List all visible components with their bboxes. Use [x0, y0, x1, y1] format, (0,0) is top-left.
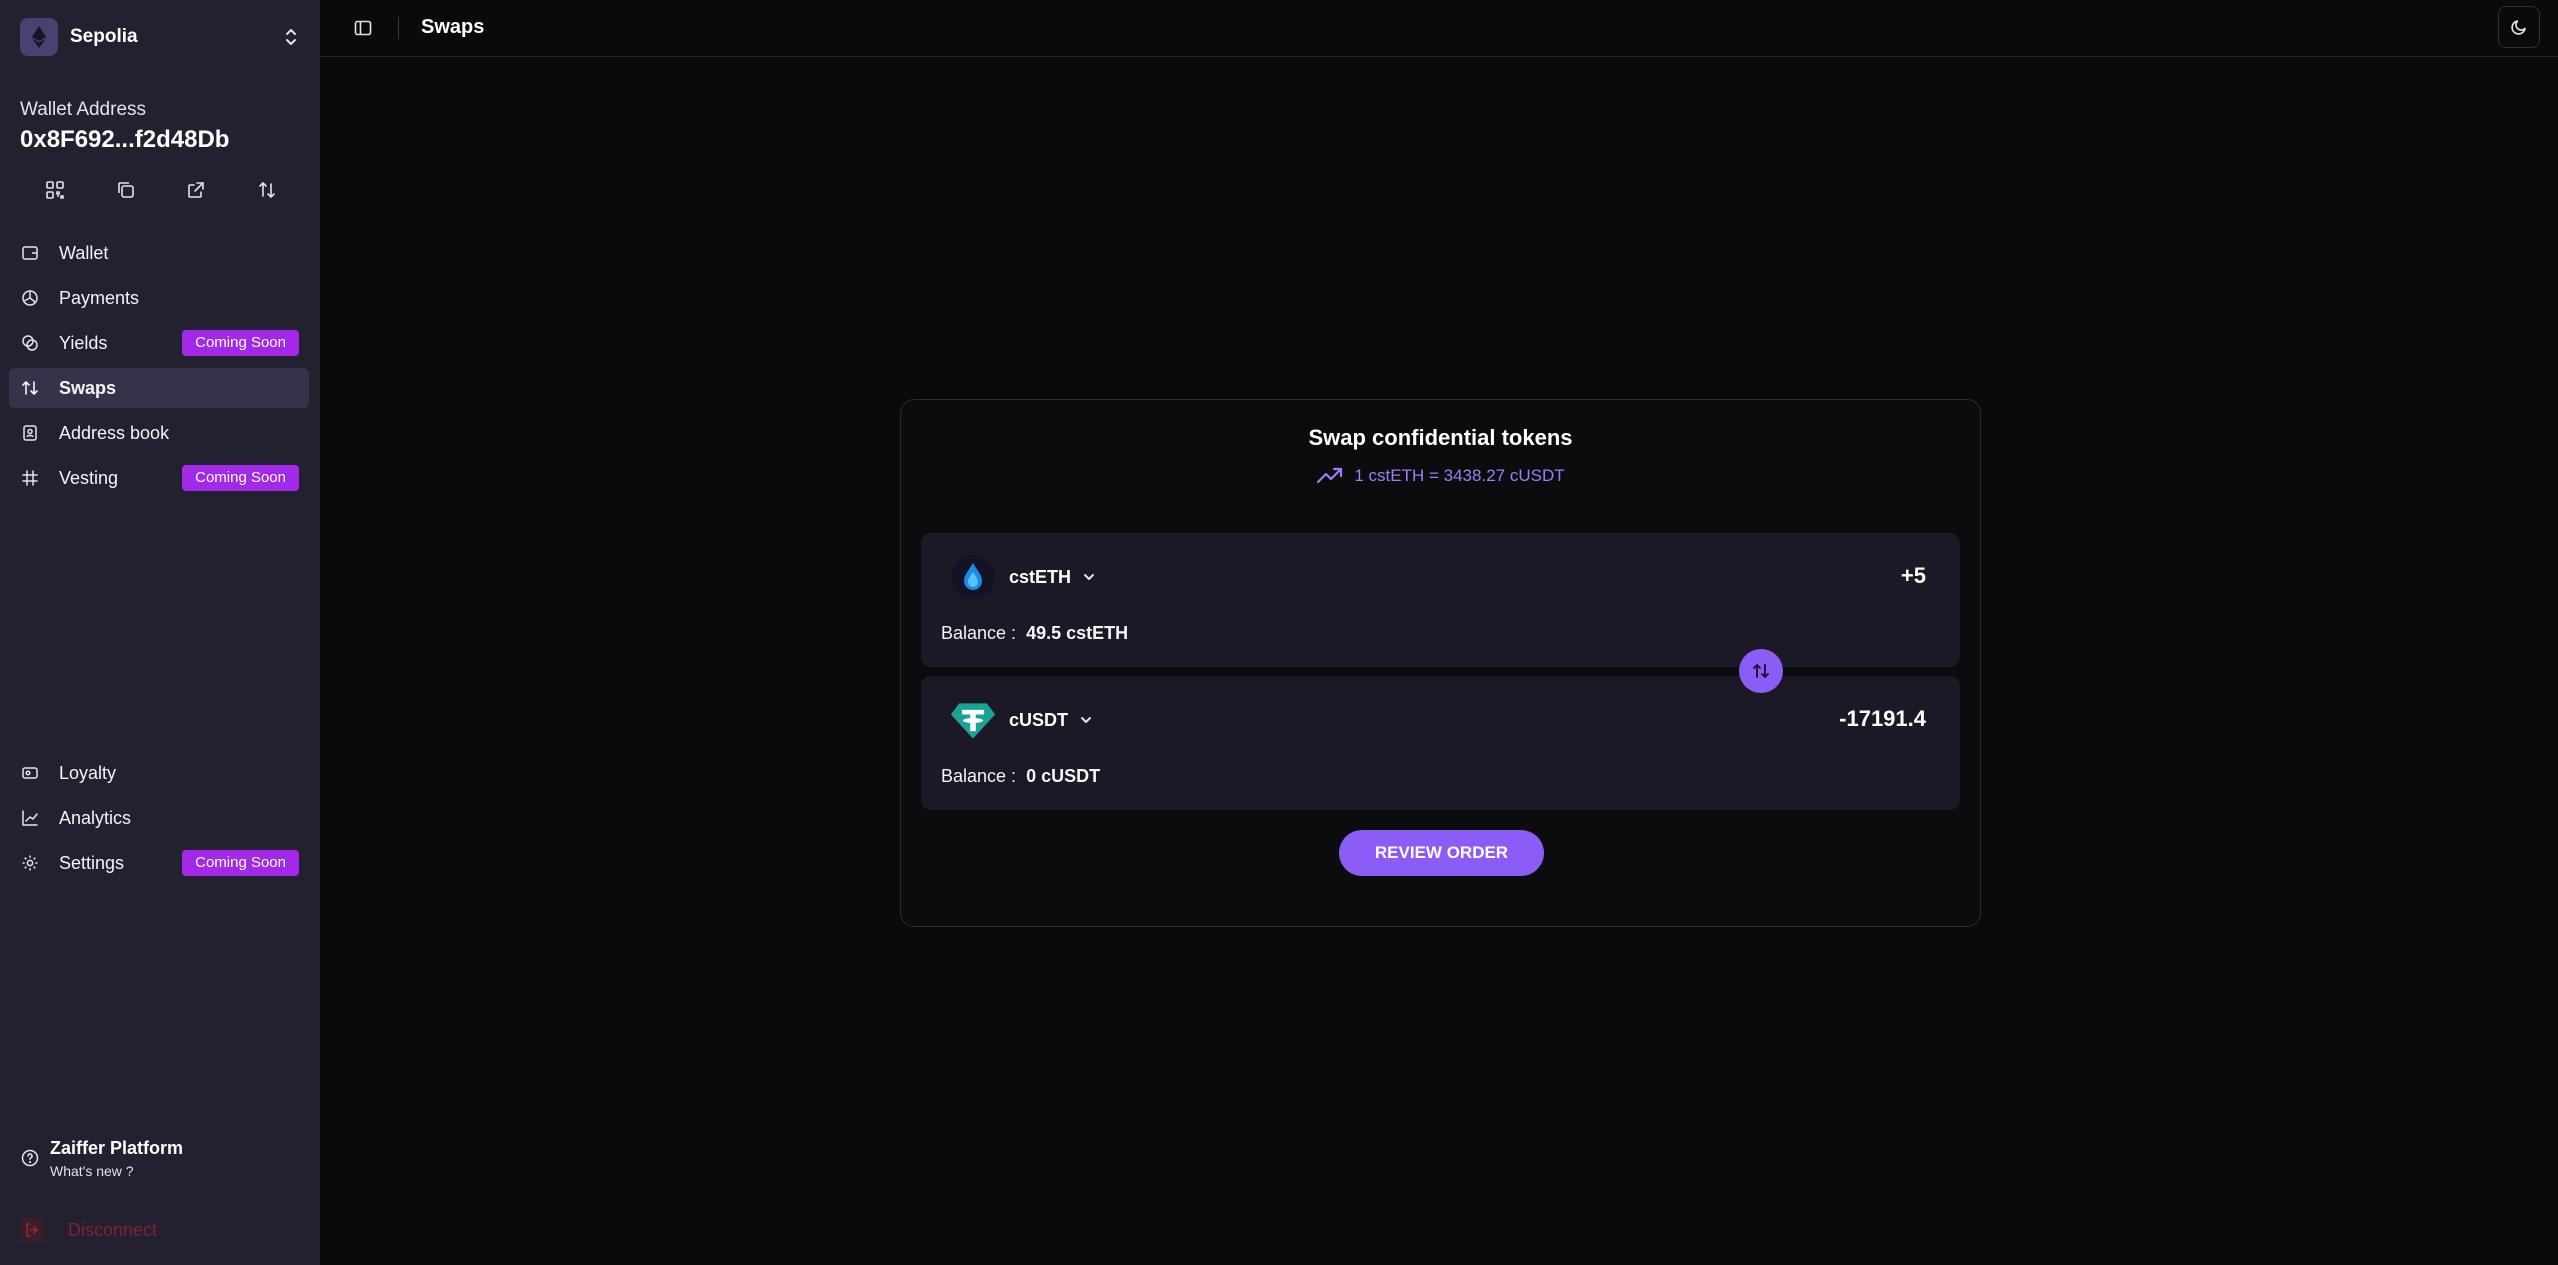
network-selector[interactable]: Sepolia	[20, 17, 302, 57]
moon-icon	[2511, 20, 2526, 35]
qr-code-button[interactable]	[20, 173, 91, 207]
sidebar: Sepolia Wallet Address 0x8F692...f2d48Db	[0, 0, 320, 1265]
sidebar-item-label: Address book	[59, 422, 170, 443]
disconnect-button[interactable]: Disconnect	[20, 1218, 157, 1242]
panel-left-icon	[354, 20, 372, 36]
sidebar-item-settings[interactable]: Settings Coming Soon	[9, 843, 309, 883]
sidebar-item-loyalty[interactable]: Loyalty	[9, 753, 309, 793]
sidebar-item-address-book[interactable]: Address book	[9, 413, 309, 453]
from-token-name: cstETH	[1009, 566, 1072, 587]
page-title: Swaps	[421, 16, 485, 38]
to-token-panel: cUSDT -17191.4 Balance : 0 cUSDT	[921, 676, 1960, 810]
exchange-rate-text: 1 cstETH = 3438.27 cUSDT	[1354, 466, 1565, 485]
balance-label: Balance :	[941, 623, 1017, 643]
sidebar-item-label: Wallet	[59, 242, 109, 263]
loyalty-icon	[20, 763, 40, 783]
sidebar-item-label: Loyalty	[59, 762, 117, 783]
help-circle-icon	[20, 1148, 40, 1168]
cst-eth-icon	[949, 553, 997, 601]
from-amount[interactable]: +5	[1901, 563, 1926, 589]
sidebar-toggle-button[interactable]	[350, 15, 376, 41]
disconnect-label: Disconnect	[68, 1219, 158, 1240]
to-token-name: cUSDT	[1009, 709, 1069, 730]
trending-up-icon	[1317, 467, 1343, 484]
gear-icon	[20, 853, 40, 873]
wallet-icon	[20, 243, 40, 263]
divider	[398, 17, 399, 39]
address-book-icon	[20, 423, 40, 443]
from-token-select[interactable]: cstETH	[949, 553, 1097, 601]
swap-direction-button[interactable]	[1739, 649, 1783, 693]
sidebar-item-label: Swaps	[59, 377, 117, 398]
transfer-button[interactable]	[232, 173, 303, 207]
balance-label: Balance :	[941, 766, 1017, 786]
sidebar-item-vesting[interactable]: Vesting Coming Soon	[9, 458, 309, 498]
sidebar-item-wallet[interactable]: Wallet	[9, 233, 309, 273]
platform-name: Zaiffer Platform	[50, 1138, 184, 1158]
yields-icon	[20, 333, 40, 353]
external-link-icon	[188, 182, 205, 198]
chevron-up-down-icon	[280, 26, 302, 48]
to-balance: Balance : 0 cUSDT	[941, 766, 1100, 787]
sidebar-item-label: Settings	[59, 852, 125, 873]
sidebar-item-swaps[interactable]: Swaps	[9, 368, 309, 408]
platform-info[interactable]: Zaiffer Platform What's new ?	[20, 1138, 183, 1179]
app-root: Sepolia Wallet Address 0x8F692...f2d48Db	[0, 0, 2558, 1265]
sidebar-item-label: Vesting	[59, 467, 119, 488]
coming-soon-badge: Coming Soon	[182, 465, 299, 491]
theme-toggle-button[interactable]	[2498, 6, 2540, 48]
open-explorer-button[interactable]	[161, 173, 232, 207]
swap-card: Swap confidential tokens 1 cstETH = 3438…	[900, 399, 1981, 927]
arrows-up-down-icon	[1753, 664, 1769, 678]
ethereum-icon	[20, 18, 58, 56]
exchange-rate: 1 cstETH = 3438.27 cUSDT	[901, 466, 1980, 486]
sidebar-item-label: Payments	[59, 287, 140, 308]
wallet-address-label: Wallet Address	[20, 99, 147, 120]
main-content: Swaps Swap confidential tokens 1 cstETH …	[320, 0, 2558, 1265]
sidebar-item-label: Yields	[59, 332, 108, 353]
from-token-panel: cstETH +5 Balance : 49.5 cstETH	[921, 533, 1960, 667]
to-balance-value: 0 cUSDT	[1026, 766, 1101, 786]
swap-icon	[20, 378, 40, 398]
copy-icon	[117, 182, 134, 198]
qr-code-icon	[46, 181, 65, 199]
vesting-icon	[20, 468, 40, 488]
payments-icon	[20, 288, 40, 308]
wallet-address: 0x8F692...f2d48Db	[20, 126, 230, 153]
main-nav: Wallet Payments Yields Coming Soon Swaps…	[9, 233, 309, 503]
from-balance-value: 49.5 cstETH	[1026, 623, 1129, 643]
sidebar-item-label: Analytics	[59, 807, 132, 828]
arrows-up-down-icon	[258, 182, 275, 198]
swap-title: Swap confidential tokens	[1308, 425, 1573, 450]
from-balance: Balance : 49.5 cstETH	[941, 623, 1128, 644]
chevron-down-icon	[1081, 569, 1097, 585]
sidebar-item-payments[interactable]: Payments	[9, 278, 309, 318]
whats-new-link[interactable]: What's new ?	[50, 1163, 183, 1179]
to-token-select[interactable]: cUSDT	[949, 696, 1094, 744]
copy-address-button[interactable]	[91, 173, 162, 207]
logout-icon	[20, 1218, 44, 1242]
wallet-actions	[20, 173, 302, 207]
tether-icon	[949, 696, 997, 744]
secondary-nav: Loyalty Analytics Settings Coming Soon	[9, 753, 309, 888]
review-order-button[interactable]: REVIEW ORDER	[1339, 830, 1544, 876]
to-amount[interactable]: -17191.4	[1839, 706, 1926, 732]
top-bar: Swaps	[320, 0, 2558, 57]
analytics-icon	[20, 808, 40, 828]
coming-soon-badge: Coming Soon	[182, 850, 299, 876]
sidebar-item-analytics[interactable]: Analytics	[9, 798, 309, 838]
network-name: Sepolia	[70, 26, 138, 47]
coming-soon-badge: Coming Soon	[182, 330, 299, 356]
chevron-down-icon	[1078, 712, 1094, 728]
sidebar-item-yields[interactable]: Yields Coming Soon	[9, 323, 309, 363]
